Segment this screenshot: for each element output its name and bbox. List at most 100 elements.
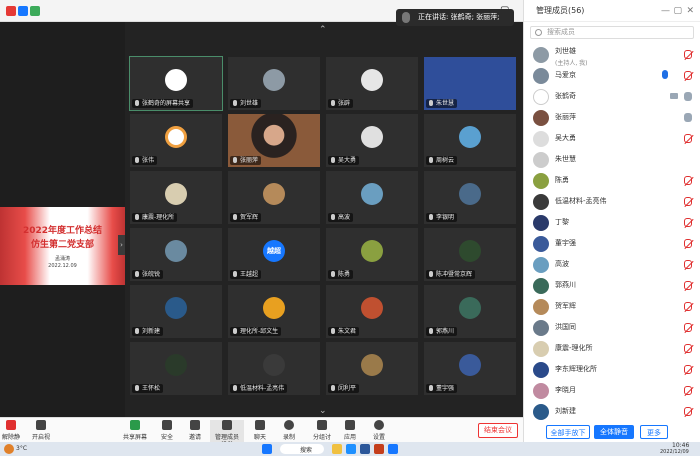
video-tile[interactable]: 刘新建 [130, 285, 222, 338]
mic-muted-icon[interactable] [684, 176, 692, 185]
more-button[interactable]: 更多 [640, 425, 668, 439]
participant-row[interactable]: 吴大勇 [524, 128, 700, 149]
start-icon[interactable] [262, 444, 272, 454]
video-tile[interactable]: 低温材料-孟亮伟 [228, 342, 320, 395]
mic-muted-icon[interactable] [684, 323, 692, 332]
mic-icon[interactable] [684, 92, 692, 101]
mic-muted-icon[interactable] [684, 386, 692, 395]
mic-muted-icon[interactable] [684, 365, 692, 374]
participant-name: 董宇强 [555, 239, 576, 247]
video-tile[interactable]: 陈勇 [326, 228, 418, 281]
participant-name: 康震-理化所 [555, 344, 593, 352]
video-tile[interactable]: 王怀松 [130, 342, 222, 395]
shared-slide[interactable]: 2022年度工作总结 仿生第二党支部 孟涌涛 2022.12.09 [0, 207, 125, 285]
mic-muted-icon[interactable] [684, 260, 692, 269]
security-shield-icon[interactable] [18, 6, 28, 16]
settings-button[interactable]: 设置 [372, 420, 386, 441]
video-tile[interactable]: 越超 王越超 [228, 228, 320, 281]
meeting-taskbar-icon[interactable] [388, 444, 398, 454]
mic-muted-icon[interactable] [684, 302, 692, 311]
mic-muted-icon[interactable] [684, 218, 692, 227]
video-tile[interactable]: 吴大勇 [326, 114, 418, 167]
grid-page-up-icon[interactable]: ⌃ [319, 25, 327, 35]
mic-muted-icon[interactable] [684, 344, 692, 353]
video-tile[interactable]: 朱世慧 [424, 57, 516, 110]
participant-row[interactable]: 高波 [524, 254, 700, 275]
participant-row[interactable]: 董宇强 [524, 233, 700, 254]
invite-button[interactable]: 邀请 [188, 420, 202, 441]
tile-name: 张丽萍 [240, 157, 259, 164]
mic-muted-icon[interactable] [684, 197, 692, 206]
mic-muted-icon[interactable] [684, 239, 692, 248]
record-button[interactable]: 录制 [282, 420, 296, 441]
mic-muted-icon[interactable] [684, 407, 692, 416]
minimize-icon[interactable]: — [661, 0, 670, 22]
lower-all-hands-button[interactable]: 全部手放下 [546, 425, 590, 439]
participant-row[interactable]: 刘世雄 (主持人, 我) [524, 44, 700, 67]
participant-row[interactable]: 刘新建 [524, 401, 700, 422]
video-tile[interactable]: 李银明 [424, 171, 516, 224]
participants-header: 管理成员(56) — ▢ ✕ [524, 0, 700, 22]
participant-row[interactable]: 康震-理化所 [524, 338, 700, 359]
security-button[interactable]: 安全 [160, 420, 174, 441]
participant-row[interactable]: 朱世慧 [524, 149, 700, 170]
avatar [459, 126, 481, 148]
video-tile[interactable]: 贺军辉 [228, 171, 320, 224]
popout-icon[interactable]: ▢ [673, 0, 682, 22]
word-icon[interactable] [360, 444, 370, 454]
grid-page-down-icon[interactable]: ⌄ [319, 406, 327, 416]
participant-row[interactable]: 陈勇 [524, 170, 700, 191]
avatar [533, 194, 549, 210]
mic-muted-icon[interactable] [684, 71, 692, 80]
participant-row[interactable]: 丁黎 [524, 212, 700, 233]
mic-muted-icon[interactable] [684, 134, 692, 143]
member-search-input[interactable]: 搜索成员 [530, 26, 694, 39]
video-tile[interactable]: 康震-理化所 [130, 171, 222, 224]
participant-row[interactable]: 李东辉理化所 [524, 359, 700, 380]
close-icon[interactable]: ✕ [686, 0, 694, 22]
participant-row[interactable]: 张丽萍 [524, 107, 700, 128]
mute-all-button[interactable]: 全体静音 [594, 425, 634, 439]
tile-name: 朱世慧 [436, 100, 455, 107]
tile-name-label: 吴大勇 [328, 156, 360, 165]
mic-muted-icon[interactable] [684, 281, 692, 290]
video-tile[interactable]: 张鹤奇的屏幕共享 [129, 56, 223, 111]
mic-muted-icon[interactable] [684, 50, 692, 59]
participant-row[interactable]: 低温材料-孟亮伟 [524, 191, 700, 212]
video-tile[interactable]: 董宇强 [424, 342, 516, 395]
video-tile[interactable]: 刘世雄 [228, 57, 320, 110]
video-tile[interactable]: 朱文君 [326, 285, 418, 338]
tile-name: 周树云 [436, 157, 455, 164]
file-explorer-icon[interactable] [332, 444, 342, 454]
clock-time: 10:46 [672, 442, 690, 449]
apps-button[interactable]: 应用 [343, 420, 357, 441]
participant-name: 高波 [555, 260, 569, 268]
video-tile[interactable]: 理化所-邱文生 [228, 285, 320, 338]
mic-icon[interactable] [684, 113, 692, 122]
video-tile[interactable]: 闵利平 [326, 342, 418, 395]
participant-row[interactable]: 贺军辉 [524, 296, 700, 317]
video-tile[interactable]: 陈冲暨常京辉 [424, 228, 516, 281]
participant-row[interactable]: 张鹤奇 [524, 86, 700, 107]
chat-button[interactable]: 聊天 [253, 420, 267, 441]
collapse-handle[interactable]: › [118, 235, 125, 255]
avatar [361, 183, 383, 205]
tile-name-label: 郭燕川 [426, 327, 458, 336]
video-tile[interactable]: 张辟 [326, 57, 418, 110]
browser-icon[interactable] [346, 444, 356, 454]
share-screen-button[interactable]: 共享屏幕 [123, 420, 147, 441]
participant-row[interactable]: 洪国同 [524, 317, 700, 338]
video-tile[interactable]: 高波 [326, 171, 418, 224]
end-meeting-button[interactable]: 结束会议 [478, 423, 518, 438]
participant-row[interactable]: 郭燕川 [524, 275, 700, 296]
video-tile[interactable]: 周树云 [424, 114, 516, 167]
participant-row[interactable]: 李晓月 [524, 380, 700, 401]
participant-row[interactable]: 马爱京 [524, 65, 700, 86]
powerpoint-icon[interactable] [374, 444, 384, 454]
video-tile[interactable]: 郭燕川 [424, 285, 516, 338]
video-tile[interactable]: 张伟 [130, 114, 222, 167]
video-tile[interactable]: 张丽萍 [228, 114, 320, 167]
tile-name-label: 周树云 [426, 156, 458, 165]
video-tile[interactable]: 张皖锐 [130, 228, 222, 281]
meeting-toolbar: 解除静音 开启视频 共享屏幕 安全 邀请 管理成员(56) 聊天 录制 分组讨论… [0, 417, 523, 450]
